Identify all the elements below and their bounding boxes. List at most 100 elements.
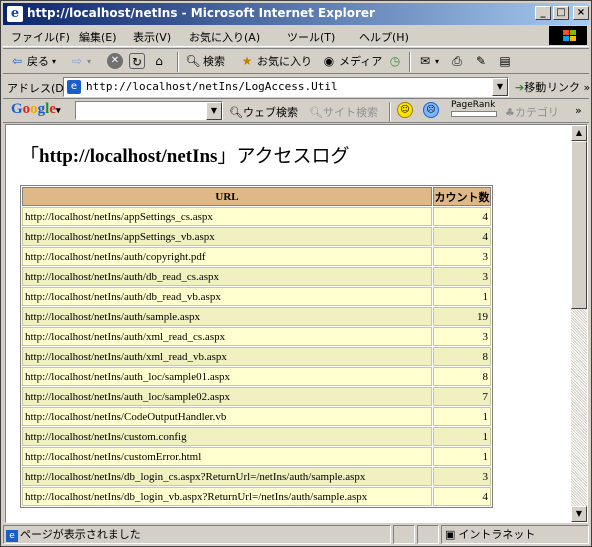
count-cell: 8 [433, 347, 491, 366]
menu-bar: ファイル(F) 編集(E) 表示(V) お気に入り(A) ツール(T) ヘルプ(… [3, 25, 589, 47]
go-label: 移動 [524, 81, 547, 94]
category-icon: ♣ [505, 106, 515, 119]
search-label: 検索 [203, 55, 225, 68]
url-cell: http://localhost/netIns/auth/xml_read_cs… [22, 327, 432, 346]
search-button[interactable]: 🔍︎ 検索 [185, 53, 225, 69]
count-cell: 4 [433, 487, 491, 506]
category-button[interactable]: ♣カテゴリ [505, 104, 559, 120]
discuss-icon: ▤ [499, 54, 511, 68]
forward-button[interactable]: ⇨ ▾ [69, 53, 91, 69]
url-cell: http://localhost/netIns/auth_loc/sample0… [22, 367, 432, 386]
back-arrow-icon: ⇦ [11, 54, 23, 68]
table-row: http://localhost/netIns/appSettings_vb.a… [22, 227, 491, 246]
status-text: ページが表示されました [20, 528, 141, 541]
google-search-dropdown-icon[interactable]: ▼ [206, 102, 222, 120]
table-row: http://localhost/netIns/auth/sample.aspx… [22, 307, 491, 326]
heading-close-bracket: 」 [217, 146, 237, 167]
refresh-button[interactable]: ↻ [129, 53, 147, 69]
print-button[interactable]: ⎙ [449, 53, 467, 69]
count-cell: 19 [433, 307, 491, 326]
address-dropdown-icon[interactable]: ▼ [492, 78, 508, 96]
google-logo[interactable]: Google▾ [11, 101, 61, 118]
back-button[interactable]: ⇦ 戻る ▾ [9, 53, 56, 69]
heading-open-bracket: 「 [20, 146, 40, 167]
table-row: http://localhost/netIns/db_login_vb.aspx… [22, 487, 491, 506]
table-row: http://localhost/netIns/appSettings_cs.a… [22, 207, 491, 226]
count-cell: 4 [433, 207, 491, 226]
heading-suffix: アクセスログ [236, 146, 350, 167]
count-cell: 7 [433, 387, 491, 406]
smiley-icon[interactable]: ☺ [397, 102, 413, 118]
forward-arrow-icon: ⇨ [71, 54, 83, 68]
url-cell: http://localhost/netIns/auth/sample.aspx [22, 307, 432, 326]
google-toolbar-chevron-icon[interactable]: » [575, 104, 582, 117]
media-icon: ◉ [323, 54, 335, 68]
print-icon: ⎙ [452, 54, 462, 68]
web-search-button[interactable]: 🔍︎ウェブ検索 [229, 104, 298, 120]
menu-edit[interactable]: 編集(E) [79, 29, 117, 45]
scroll-thumb[interactable] [571, 141, 587, 309]
minimize-button[interactable]: _ [535, 6, 551, 20]
media-label: メディア [339, 55, 383, 68]
browser-window: e http://localhost/netIns - Microsoft In… [0, 0, 592, 547]
url-cell: http://localhost/netIns/auth/db_read_cs.… [22, 267, 432, 286]
access-log-table: URL カウント数 http://localhost/netIns/appSet… [20, 185, 493, 508]
menu-file[interactable]: ファイル(F) [11, 29, 70, 45]
count-cell: 3 [433, 247, 491, 266]
menu-favorites[interactable]: お気に入り(A) [189, 29, 260, 45]
history-button[interactable]: ◷ [387, 53, 405, 69]
heading-site: http://localhost/netIns [39, 146, 218, 167]
menu-view[interactable]: 表示(V) [133, 29, 171, 45]
frown-icon[interactable]: ☹ [423, 102, 439, 118]
title-bar[interactable]: e http://localhost/netIns - Microsoft In… [3, 3, 589, 25]
google-search-input[interactable]: ▼ [75, 101, 223, 120]
pagerank-indicator: PageRank [451, 100, 497, 120]
column-header-count: カウント数 [433, 187, 491, 206]
site-search-button[interactable]: 🔍︎サイト検索 [309, 104, 378, 120]
count-cell: 8 [433, 367, 491, 386]
menu-help[interactable]: ヘルプ(H) [359, 29, 409, 45]
table-header-row: URL カウント数 [22, 187, 491, 206]
favorites-button[interactable]: ★ お気に入り [239, 53, 312, 69]
discuss-button[interactable]: ▤ [497, 53, 515, 69]
maximize-button[interactable]: □ [553, 6, 569, 20]
count-cell: 1 [433, 287, 491, 306]
forward-dropdown-icon: ▾ [87, 56, 92, 66]
scroll-up-icon[interactable]: ▲ [571, 125, 587, 141]
mail-button[interactable]: ✉ ▾ [417, 53, 439, 69]
back-dropdown-icon: ▾ [52, 56, 57, 66]
address-value: http://localhost/netIns/LogAccess.Util [86, 80, 338, 93]
windows-logo-icon [549, 26, 587, 45]
media-button[interactable]: ◉ メディア [321, 53, 382, 69]
url-cell: http://localhost/netIns/customError.html [22, 447, 432, 466]
url-cell: http://localhost/netIns/CodeOutputHandle… [22, 407, 432, 426]
menu-tools[interactable]: ツール(T) [287, 29, 335, 45]
toolbar-separator [409, 52, 411, 72]
address-label: アドレス(D) [7, 82, 69, 95]
vertical-scrollbar[interactable]: ▲ ▼ [571, 125, 587, 522]
table-row: http://localhost/netIns/auth_loc/sample0… [22, 387, 491, 406]
url-cell: http://localhost/netIns/auth/db_read_vb.… [22, 287, 432, 306]
home-button[interactable]: ⌂ [151, 53, 169, 69]
scroll-down-icon[interactable]: ▼ [571, 506, 587, 522]
count-cell: 1 [433, 407, 491, 426]
column-header-url: URL [22, 187, 432, 206]
edit-button[interactable]: ✎ [473, 53, 491, 69]
table-row: http://localhost/netIns/auth/xml_read_vb… [22, 347, 491, 366]
status-cell [417, 525, 439, 544]
window-title: http://localhost/netIns - Microsoft Inte… [27, 6, 375, 20]
home-icon: ⌂ [155, 54, 163, 68]
go-button[interactable]: ➔移動 [515, 79, 546, 95]
page-icon: e [67, 80, 81, 94]
go-arrow-icon: ➔ [515, 81, 525, 94]
links-button[interactable]: リンク » [547, 79, 590, 95]
site-search-icon: 🔍︎ [309, 106, 323, 119]
stop-button[interactable]: ✕ [107, 53, 125, 69]
intranet-icon: ▣ [445, 528, 456, 541]
address-input[interactable]: e http://localhost/netIns/LogAccess.Util… [63, 77, 509, 97]
edit-icon: ✎ [475, 54, 487, 68]
page-title: 「http://localhost/netIns」アクセスログ [20, 141, 350, 168]
zone-label: イントラネット [458, 528, 536, 541]
close-button[interactable]: × [573, 6, 589, 20]
url-cell: http://localhost/netIns/auth/xml_read_vb… [22, 347, 432, 366]
